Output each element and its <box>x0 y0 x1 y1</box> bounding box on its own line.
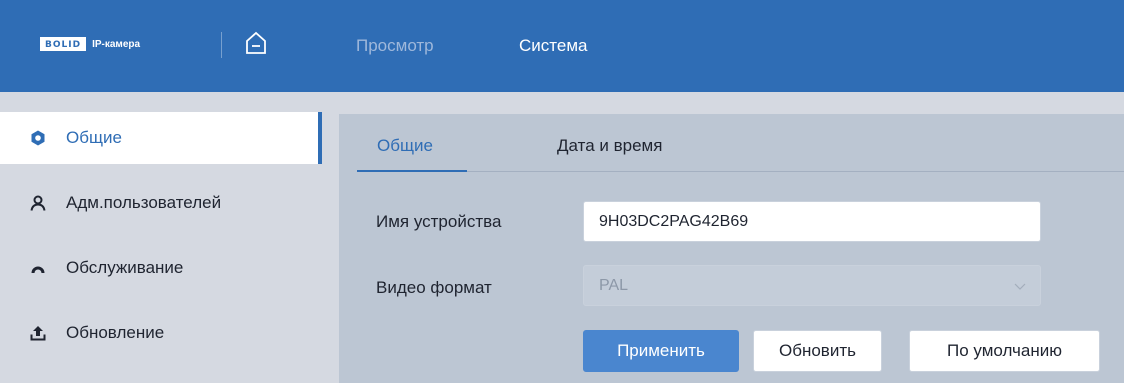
gear-icon <box>31 130 45 146</box>
refresh-button[interactable]: Обновить <box>753 330 882 372</box>
chevron-down-icon <box>1014 283 1026 290</box>
active-tab-indicator <box>357 170 467 172</box>
sidebar-item-label: Общие <box>66 128 122 147</box>
upload-icon <box>30 326 46 341</box>
logo-text: IP-камера <box>92 38 141 50</box>
video-format-select[interactable]: PAL <box>583 265 1041 306</box>
device-name-label: Имя устройства <box>376 212 502 231</box>
sidebar-item-maintenance[interactable]: Обслуживание <box>0 242 322 294</box>
video-format-label: Видео формат <box>376 278 492 297</box>
sidebar: Общие Адм.пользователей Обслуживание Обн… <box>0 112 322 383</box>
main-panel: Общие Дата и время Имя устройства 9H03DC… <box>339 114 1124 383</box>
top-header: BOLID IP-камера Просмотр Система <box>0 0 1124 92</box>
nav-system[interactable]: Система <box>519 36 587 56</box>
sidebar-item-users[interactable]: Адм.пользователей <box>0 177 322 229</box>
bolid-logo: BOLID IP-камера <box>40 37 140 51</box>
video-format-value: PAL <box>599 277 629 294</box>
nav-view[interactable]: Просмотр <box>356 36 434 56</box>
sidebar-item-label: Обновление <box>66 323 165 342</box>
gauge-icon <box>31 266 45 273</box>
apply-button[interactable]: Применить <box>583 330 739 372</box>
tab-bar: Общие Дата и время <box>357 114 1124 172</box>
tab-general[interactable]: Общие <box>377 136 433 156</box>
sidebar-item-label: Адм.пользователей <box>66 193 222 212</box>
logo-mark: BOLID <box>40 37 87 51</box>
header-divider <box>221 32 222 58</box>
tab-date-time[interactable]: Дата и время <box>557 136 662 156</box>
user-icon <box>30 195 46 211</box>
sidebar-item-label: Обслуживание <box>66 258 184 277</box>
sidebar-item-update[interactable]: Обновление <box>0 307 322 359</box>
home-icon[interactable] <box>245 31 267 55</box>
default-button[interactable]: По умолчанию <box>909 330 1100 372</box>
device-name-input[interactable]: 9H03DC2PAG42B69 <box>583 201 1041 242</box>
sidebar-item-general[interactable]: Общие <box>0 112 322 164</box>
